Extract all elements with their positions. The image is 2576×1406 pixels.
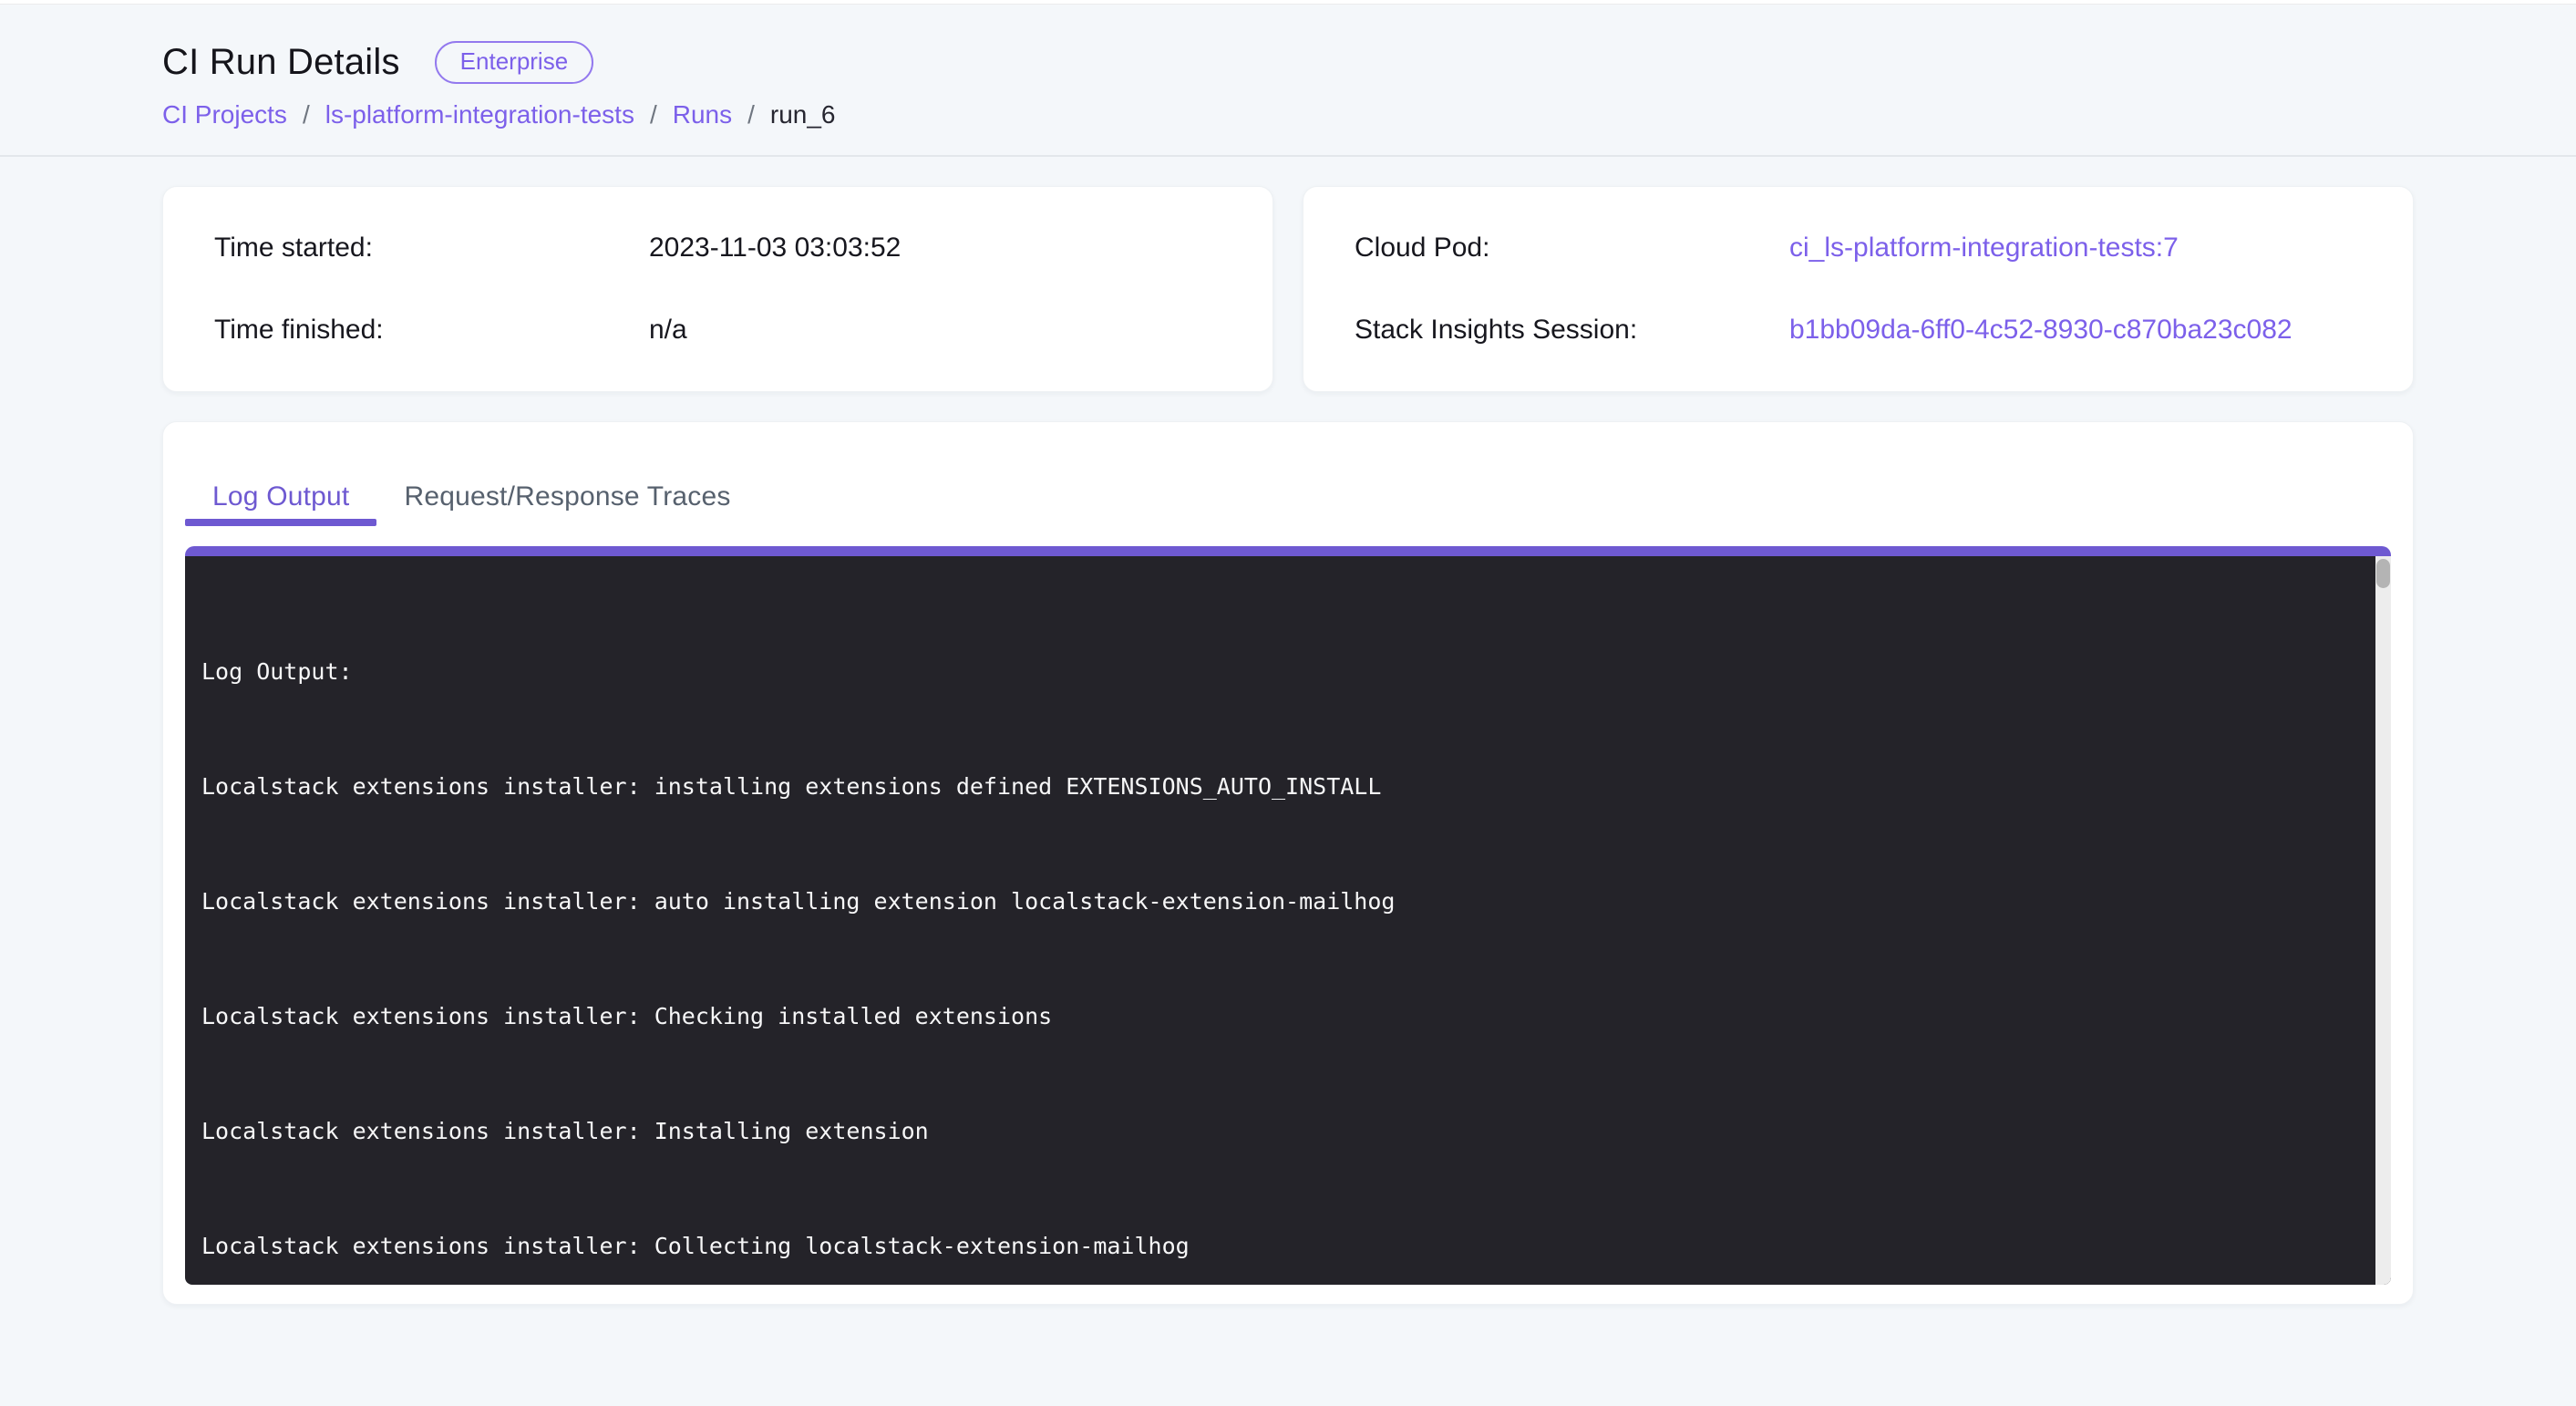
tab-request-response-traces[interactable]: Request/Response Traces xyxy=(376,468,757,526)
stack-insights-label: Stack Insights Session: xyxy=(1355,315,1789,346)
breadcrumb: CI Projects / ls-platform-integration-te… xyxy=(162,100,2414,129)
log-line: Localstack extensions installer: auto in… xyxy=(201,883,2354,921)
time-finished-row: Time finished: n/a xyxy=(214,315,1254,346)
run-links-card: Cloud Pod: ci_ls-platform-integration-te… xyxy=(1303,186,2414,392)
time-started-value: 2023-11-03 03:03:52 xyxy=(649,233,901,264)
breadcrumb-separator: / xyxy=(747,100,755,129)
stack-insights-session-link[interactable]: b1bb09da-6ff0-4c52-8930-c870ba23c082 xyxy=(1789,315,2293,346)
time-finished-value: n/a xyxy=(649,315,687,346)
log-line: Localstack extensions installer: Checkin… xyxy=(201,998,2354,1036)
output-tabs: Log Output Request/Response Traces xyxy=(185,422,2391,526)
breadcrumb-separator: / xyxy=(303,100,310,129)
stack-insights-row: Stack Insights Session: b1bb09da-6ff0-4c… xyxy=(1355,315,2395,346)
log-scrollbar-thumb[interactable] xyxy=(2376,559,2390,588)
terminal-accent-bar xyxy=(185,546,2391,556)
breadcrumb-link-project[interactable]: ls-platform-integration-tests xyxy=(325,100,634,129)
page-header: CI Run Details Enterprise CI Projects / … xyxy=(0,5,2576,129)
breadcrumb-current-run: run_6 xyxy=(770,100,836,129)
log-line: Localstack extensions installer: Install… xyxy=(201,1112,2354,1151)
time-finished-label: Time finished: xyxy=(214,315,649,346)
time-started-label: Time started: xyxy=(214,233,649,264)
breadcrumb-link-runs[interactable]: Runs xyxy=(673,100,732,129)
cloud-pod-row: Cloud Pod: ci_ls-platform-integration-te… xyxy=(1355,233,2395,264)
tab-log-output[interactable]: Log Output xyxy=(185,468,376,526)
page-title: CI Run Details xyxy=(162,42,400,83)
enterprise-badge: Enterprise xyxy=(435,41,594,84)
run-output-panel: Log Output Request/Response Traces Log O… xyxy=(162,421,2414,1305)
run-times-card: Time started: 2023-11-03 03:03:52 Time f… xyxy=(162,186,1273,392)
cloud-pod-link[interactable]: ci_ls-platform-integration-tests:7 xyxy=(1789,233,2179,264)
log-line: Localstack extensions installer: install… xyxy=(201,768,2354,806)
log-line: Log Output: xyxy=(201,653,2354,691)
breadcrumb-link-ci-projects[interactable]: CI Projects xyxy=(162,100,287,129)
log-line: Localstack extensions installer: Collect… xyxy=(201,1227,2354,1266)
breadcrumb-separator: / xyxy=(650,100,657,129)
log-scrollbar-track[interactable] xyxy=(2375,556,2391,1285)
page-content: Time started: 2023-11-03 03:03:52 Time f… xyxy=(0,157,2576,1305)
cloud-pod-label: Cloud Pod: xyxy=(1355,233,1789,264)
log-output-text[interactable]: Log Output: Localstack extensions instal… xyxy=(185,556,2391,1285)
time-started-row: Time started: 2023-11-03 03:03:52 xyxy=(214,233,1254,264)
log-output-terminal: Log Output: Localstack extensions instal… xyxy=(185,546,2391,1285)
